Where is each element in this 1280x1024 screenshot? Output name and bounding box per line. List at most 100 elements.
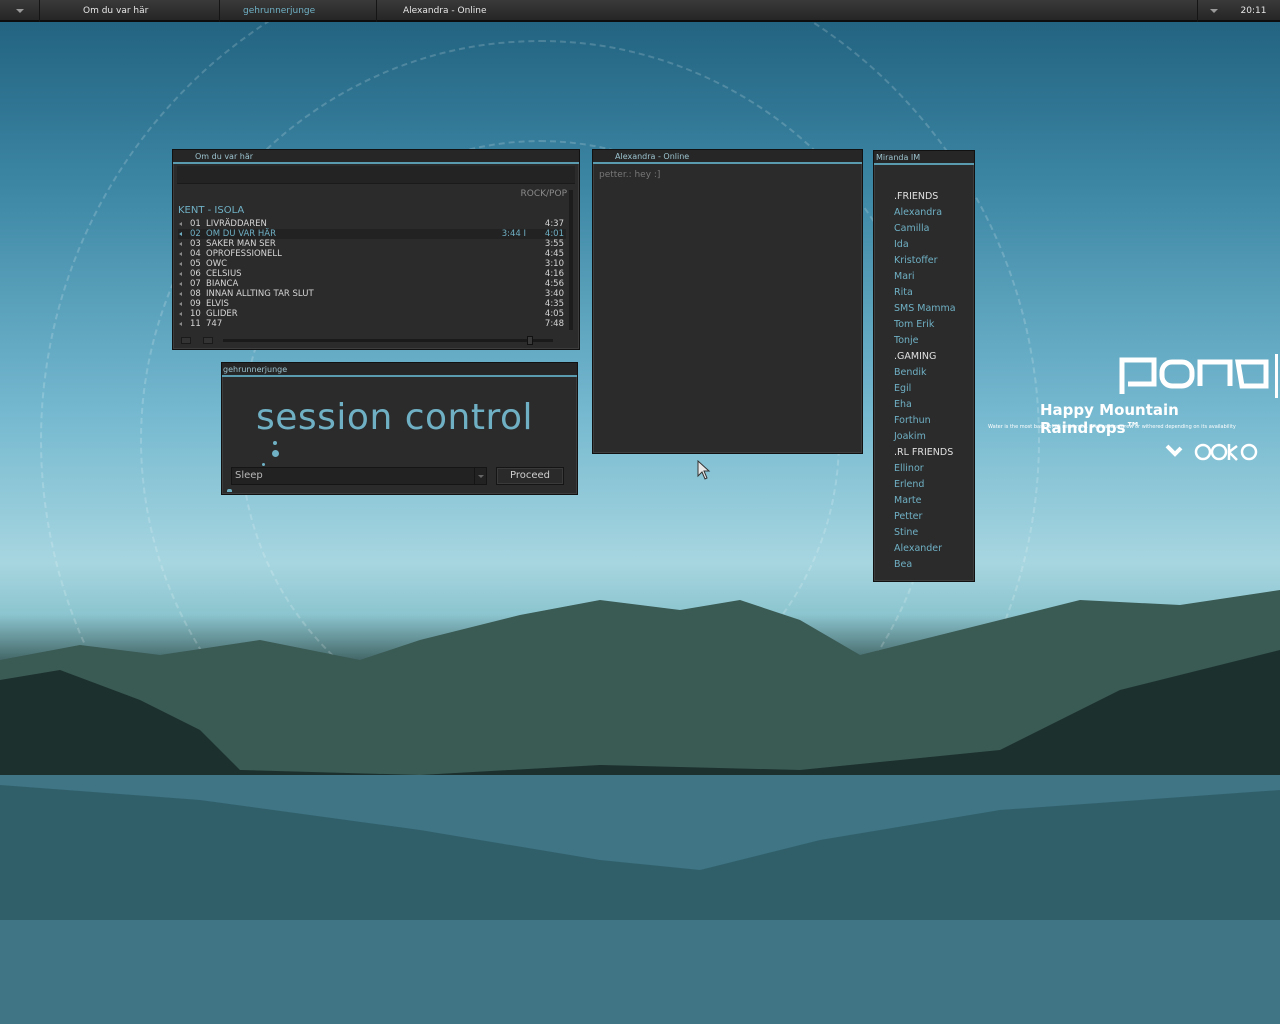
action-select[interactable]: Sleep xyxy=(231,467,487,485)
contact-item[interactable]: Petter xyxy=(894,509,956,525)
track-duration: 4:16 xyxy=(544,269,564,279)
track-row[interactable]: 08 INNAN ALLTING TAR SLUT 3:40 xyxy=(178,289,566,299)
contact-item[interactable]: Tom Erik xyxy=(894,317,956,333)
contact-item[interactable]: Rita xyxy=(894,285,956,301)
mouse-cursor-icon xyxy=(697,460,711,480)
stop-button[interactable] xyxy=(203,337,213,344)
contacts-title: Miranda IM xyxy=(874,151,974,165)
play-icon xyxy=(179,312,182,316)
tray-button[interactable] xyxy=(1197,0,1227,22)
play-icon xyxy=(179,222,182,226)
status-dot xyxy=(272,450,279,457)
action-select-value: Sleep xyxy=(235,470,263,481)
track-row[interactable]: 05 OWC 3:10 xyxy=(178,259,566,269)
contact-item[interactable]: Erlend xyxy=(894,477,956,493)
contact-item[interactable]: Egil xyxy=(894,381,956,397)
contact-item[interactable]: Ellinor xyxy=(894,461,956,477)
track-title: 747 xyxy=(206,319,223,329)
mountain-landscape xyxy=(0,590,1280,1024)
contact-item[interactable]: Camilla xyxy=(894,221,956,237)
track-elapsed: 3:44 I xyxy=(501,229,526,239)
track-duration: 4:01 xyxy=(544,229,564,239)
player-controls xyxy=(177,336,574,346)
taskbar-item-player[interactable]: Om du var här xyxy=(40,0,220,22)
track-duration: 4:56 xyxy=(544,279,564,289)
contact-item[interactable]: Ida xyxy=(894,237,956,253)
taskbar-item-label: Alexandra - Online xyxy=(403,6,487,16)
chat-message: petter.: hey :] xyxy=(599,170,661,180)
track-row[interactable]: 03 SAKER MAN SER 3:55 xyxy=(178,239,566,249)
contact-item[interactable]: Bendik xyxy=(894,365,956,381)
clock: 20:11 xyxy=(1240,6,1267,16)
wallpaper-tagline: Water is the most basic of all resources… xyxy=(988,424,1236,430)
track-number: 08 xyxy=(190,289,201,299)
track-number: 02 xyxy=(190,229,201,239)
track-duration: 3:40 xyxy=(544,289,564,299)
contact-item[interactable]: Mari xyxy=(894,269,956,285)
track-number: 05 xyxy=(190,259,201,269)
track-row[interactable]: 01 LIVRÄDDAREN 4:37 xyxy=(178,219,566,229)
contact-item[interactable]: Kristoffer xyxy=(894,253,956,269)
track-duration: 4:37 xyxy=(544,219,564,229)
player-window[interactable]: Om du var här ROCK/POP KENT - ISOLA 01 LI… xyxy=(172,149,580,350)
status-dot xyxy=(273,441,277,445)
track-row[interactable]: 06 CELSIUS 4:16 xyxy=(178,269,566,279)
track-title: GLIDER xyxy=(206,309,238,319)
contact-item[interactable]: Forthun xyxy=(894,413,956,429)
seek-bar[interactable] xyxy=(223,336,553,345)
track-row[interactable]: 11 747 7:48 xyxy=(178,319,566,329)
track-title: ELVIS xyxy=(206,299,229,309)
track-row[interactable]: 04 OPROFESSIONELL 4:45 xyxy=(178,249,566,259)
contact-item[interactable]: Stine xyxy=(894,525,956,541)
play-icon xyxy=(179,322,182,326)
track-title: OWC xyxy=(206,259,228,269)
player-album: KENT - ISOLA xyxy=(178,205,245,216)
taskbar-item-chat[interactable]: Alexandra - Online xyxy=(377,0,1197,22)
contact-list: .FRIENDS Alexandra Camilla Ida Kristoffe… xyxy=(894,189,956,573)
track-duration: 3:10 xyxy=(544,259,564,269)
contact-item[interactable]: SMS Mamma xyxy=(894,301,956,317)
track-number: 11 xyxy=(190,319,201,329)
chevron-down-icon xyxy=(16,9,24,13)
track-row[interactable]: 10 GLIDER 4:05 xyxy=(178,309,566,319)
play-icon xyxy=(179,302,182,306)
contact-group[interactable]: .RL FRIENDS xyxy=(894,445,956,461)
contact-item[interactable]: Alexander xyxy=(894,541,956,557)
track-title: OPROFESSIONELL xyxy=(206,249,282,259)
track-row-active[interactable]: 02 OM DU VAR HÄR 3:44 I 4:01 xyxy=(178,229,566,239)
play-icon xyxy=(179,272,182,276)
contact-item[interactable]: Bea xyxy=(894,557,956,573)
track-title: CELSIUS xyxy=(206,269,242,279)
track-number: 03 xyxy=(190,239,201,249)
contact-item[interactable]: Alexandra xyxy=(894,205,956,221)
contacts-window[interactable]: Miranda IM .FRIENDS Alexandra Camilla Id… xyxy=(873,150,975,582)
pond-logo xyxy=(1118,354,1278,416)
track-row[interactable]: 07 BIANCA 4:56 xyxy=(178,279,566,289)
contact-item[interactable]: Tonje xyxy=(894,333,956,349)
contact-item[interactable]: Marte xyxy=(894,493,956,509)
proceed-button[interactable]: Proceed xyxy=(496,467,564,485)
track-duration: 4:35 xyxy=(544,299,564,309)
play-icon xyxy=(179,232,182,236)
contact-item[interactable]: Eha xyxy=(894,397,956,413)
session-window[interactable]: gehrunnerjunge session control Sleep Pro… xyxy=(221,362,578,495)
contact-group[interactable]: .FRIENDS xyxy=(894,189,956,205)
track-row[interactable]: 09 ELVIS 4:35 xyxy=(178,299,566,309)
player-search-bar[interactable] xyxy=(177,166,575,184)
track-title: LIVRÄDDAREN xyxy=(206,219,267,229)
resize-grip-icon[interactable] xyxy=(227,489,232,492)
player-title: Om du var här xyxy=(173,150,579,164)
seek-handle[interactable] xyxy=(527,336,533,345)
pond-logo-mark xyxy=(1119,354,1278,416)
play-button[interactable] xyxy=(181,337,191,344)
contact-group[interactable]: .GAMING xyxy=(894,349,956,365)
taskbar-item-label: Om du var här xyxy=(83,6,149,16)
chevron-down-icon[interactable] xyxy=(474,468,486,484)
taskbar-item-session[interactable]: gehrunnerjunge xyxy=(220,0,377,22)
player-scrollbar[interactable] xyxy=(569,190,573,330)
chat-window[interactable]: Alexandra - Online petter.: hey :] xyxy=(592,149,863,454)
track-number: 01 xyxy=(190,219,201,229)
contact-item[interactable]: Joakim xyxy=(894,429,956,445)
session-heading: session control xyxy=(256,397,533,438)
start-menu-button[interactable] xyxy=(0,0,40,22)
